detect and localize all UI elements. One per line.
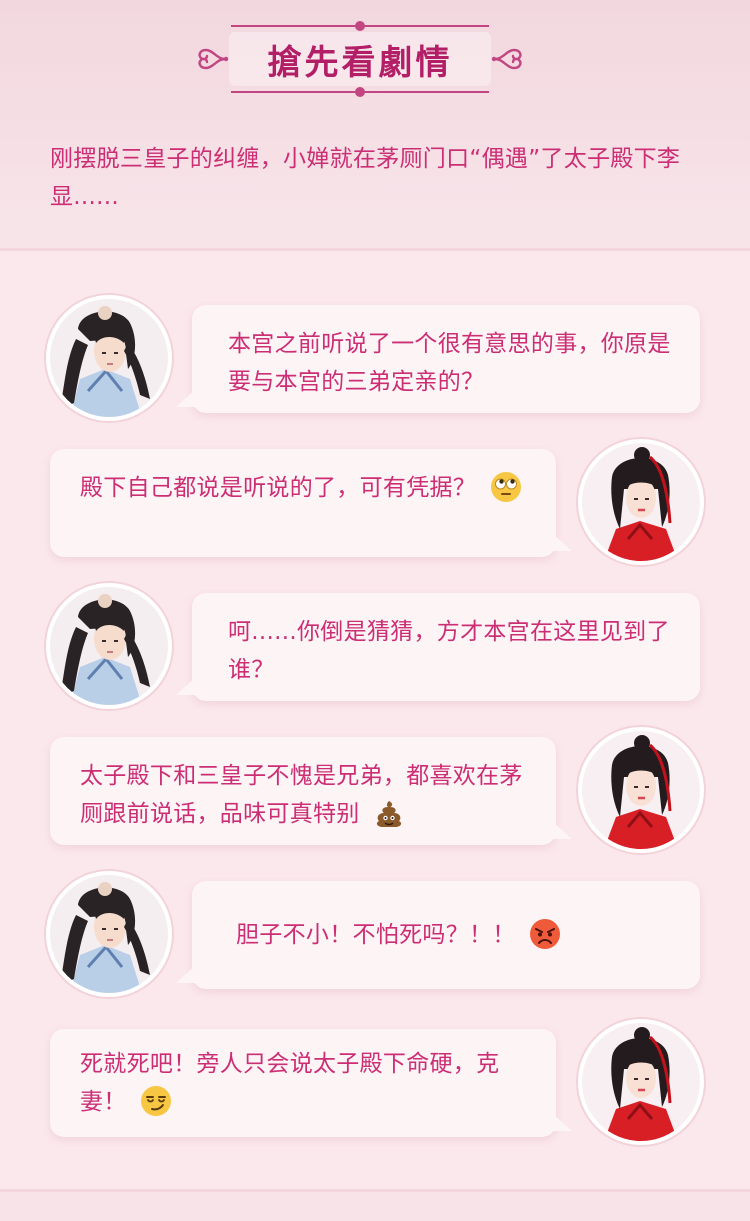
girl-portrait-icon: [582, 731, 700, 849]
girl-avatar: [578, 727, 704, 853]
prince-portrait-icon: [50, 587, 168, 705]
prince-avatar: [46, 871, 172, 997]
title-top-dot: [355, 21, 365, 31]
chat-bubble-1: 本宫之前听说了一个很有意思的事，你原是要与本宫的三弟定亲的？: [176, 305, 700, 413]
page: 搶先看劇情 刚摆脱三皇子的纠缠，小婵就在茅厕门口“偶遇”了太子殿下李显.....…: [0, 0, 750, 1221]
girl-avatar: [578, 439, 704, 565]
chat-bubble-2: 殿下自己都说是听说的了，可有凭据？: [50, 449, 572, 557]
bubble-tail: [176, 389, 196, 407]
page-title: 搶先看劇情: [267, 42, 453, 83]
bubble-tail: [552, 533, 572, 551]
prince-portrait-icon: [50, 875, 168, 993]
girl-portrait-icon: [582, 443, 700, 561]
bubble-tail: [552, 821, 572, 839]
chat-bubble-5: 胆子不小！不怕死吗？！！: [176, 881, 700, 989]
prince-avatar: [46, 295, 172, 421]
header: 搶先看劇情: [0, 0, 750, 110]
girl-portrait-icon: [582, 1023, 700, 1141]
bubble-tail: [176, 965, 196, 983]
smirk-emoji-icon: [141, 1085, 172, 1116]
chat-bubble-6: 死就死吧！旁人只会说太子殿下命硬，克妻！: [50, 1029, 572, 1137]
right-scroll-ornament-icon: [491, 48, 522, 70]
prince-portrait-icon: [50, 299, 168, 417]
chat-message-text: 殿下自己都说是听说的了，可有凭据？: [80, 475, 477, 501]
poop-emoji-icon: [377, 800, 402, 827]
chat-message-text: 呵......你倒是猜猜，方才本宫在这里见到了谁？: [228, 619, 670, 683]
chat-bubble-4: 太子殿下和三皇子不愧是兄弟，都喜欢在茅厕跟前说话，品味可真特别: [50, 737, 572, 845]
angry-face-emoji-icon: [530, 918, 561, 949]
chat-panel: 本宫之前听说了一个很有意思的事，你原是要与本宫的三弟定亲的？ 殿下自己都说是听说…: [0, 248, 750, 1192]
chat-bubble-3: 呵......你倒是猜猜，方才本宫在这里见到了谁？: [176, 593, 700, 701]
chat-message-text: 本宫之前听说了一个很有意思的事，你原是要与本宫的三弟定亲的？: [228, 331, 671, 395]
bubble-tail: [176, 677, 196, 695]
chat-message-text: 太子殿下和三皇子不愧是兄弟，都喜欢在茅厕跟前说话，品味可真特别: [80, 763, 523, 827]
rolling-eyes-emoji-icon: [490, 471, 521, 502]
left-scroll-ornament-icon: [198, 48, 229, 70]
bubble-tail: [552, 1113, 572, 1131]
title-bottom-dot: [355, 87, 365, 97]
story-intro: 刚摆脱三皇子的纠缠，小婵就在茅厕门口“偶遇”了太子殿下李显......: [50, 146, 681, 210]
prince-avatar: [46, 583, 172, 709]
title-banner: 搶先看劇情: [193, 18, 527, 100]
girl-avatar: [578, 1019, 704, 1145]
chat-message-text: 胆子不小！不怕死吗？！！: [236, 922, 516, 948]
